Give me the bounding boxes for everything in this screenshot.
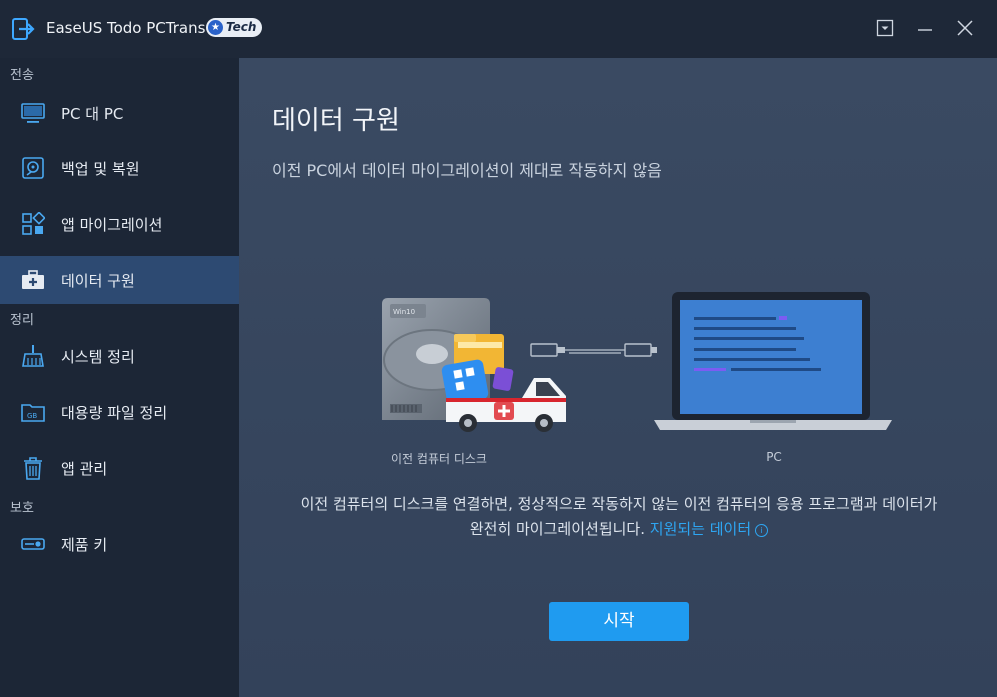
usb-cable-illustration <box>530 343 657 357</box>
app-title: EaseUS Todo PCTrans <box>46 19 206 37</box>
tech-badge-label: Tech <box>226 20 257 34</box>
sidebar-item-label: 제품 키 <box>61 535 108 554</box>
minimize-icon[interactable] <box>915 18 935 38</box>
sidebar-item-label: 앱 마이그레이션 <box>61 215 163 234</box>
supported-data-link[interactable]: 지원되는 데이터 i <box>650 520 769 538</box>
star-icon: ★ <box>208 20 223 35</box>
sidebar-item-app-management[interactable]: 앱 관리 <box>0 444 239 492</box>
first-aid-kit-icon <box>22 270 44 289</box>
description: 이전 컴퓨터의 디스크를 연결하면, 정상적으로 작동하지 않는 이전 컴퓨터의… <box>299 492 939 542</box>
page-subtitle: 이전 PC에서 데이터 마이그레이션이 제대로 작동하지 않음 <box>272 161 662 180</box>
start-button[interactable]: 시작 <box>549 602 689 641</box>
close-icon[interactable] <box>955 18 975 38</box>
backup-restore-icon <box>22 157 44 179</box>
trash-icon <box>24 457 42 480</box>
sidebar-item-label: 시스템 정리 <box>61 347 135 366</box>
info-icon[interactable]: i <box>755 524 769 537</box>
broom-icon <box>22 345 44 367</box>
section-label-cleanup: 정리 <box>10 313 34 328</box>
sidebar: 전송 PC 대 PC 백업 및 복원 앱 마이그레이션 데이터 구원 정리 시스… <box>0 58 239 697</box>
tech-badge: ★ Tech <box>206 18 263 37</box>
sidebar-item-app-migration[interactable]: 앱 마이그레이션 <box>0 200 239 248</box>
sidebar-item-large-file-cleanup[interactable]: GB 대용량 파일 정리 <box>0 388 239 436</box>
monitor-icon <box>21 103 45 123</box>
menu-dropdown-icon[interactable] <box>875 18 895 38</box>
sidebar-item-label: 데이터 구원 <box>61 271 135 290</box>
laptop-illustration <box>654 292 892 430</box>
app-logo-icon <box>12 18 35 40</box>
key-icon <box>21 538 45 550</box>
title-bar: EaseUS Todo PCTrans ★ Tech <box>0 0 997 58</box>
page-title: 데이터 구원 <box>272 106 400 136</box>
sidebar-item-label: 백업 및 복원 <box>61 159 140 178</box>
section-label-transfer: 전송 <box>10 68 34 83</box>
app-window: EaseUS Todo PCTrans ★ Tech 전송 PC 대 PC 백업… <box>0 0 997 697</box>
svg-text:GB: GB <box>27 412 37 420</box>
sidebar-item-backup-restore[interactable]: 백업 및 복원 <box>0 144 239 192</box>
sidebar-item-system-cleanup[interactable]: 시스템 정리 <box>0 332 239 380</box>
sidebar-item-label: PC 대 PC <box>61 104 124 123</box>
supported-data-link-label[interactable]: 지원되는 데이터 <box>650 520 751 538</box>
main-panel: 데이터 구원 이전 PC에서 데이터 마이그레이션이 제대로 작동하지 않음 W… <box>239 58 997 697</box>
old-disk-rescue-illustration: Win10 <box>382 298 566 432</box>
sidebar-item-label: 앱 관리 <box>61 459 108 478</box>
sidebar-item-pc-to-pc[interactable]: PC 대 PC <box>0 89 239 137</box>
sidebar-item-label: 대용량 파일 정리 <box>61 403 168 422</box>
app-grid-icon <box>22 212 45 235</box>
sidebar-item-data-rescue[interactable]: 데이터 구원 <box>0 256 239 304</box>
disk-os-label: Win10 <box>393 308 415 316</box>
folder-gb-icon: GB <box>21 404 45 422</box>
sidebar-item-product-key[interactable]: 제품 키 <box>0 520 239 568</box>
description-text: 이전 컴퓨터의 디스크를 연결하면, 정상적으로 작동하지 않는 이전 컴퓨터의… <box>300 495 938 538</box>
old-disk-caption: 이전 컴퓨터 디스크 <box>391 452 487 466</box>
pc-caption: PC <box>766 450 782 464</box>
section-label-protect: 보호 <box>10 501 34 516</box>
